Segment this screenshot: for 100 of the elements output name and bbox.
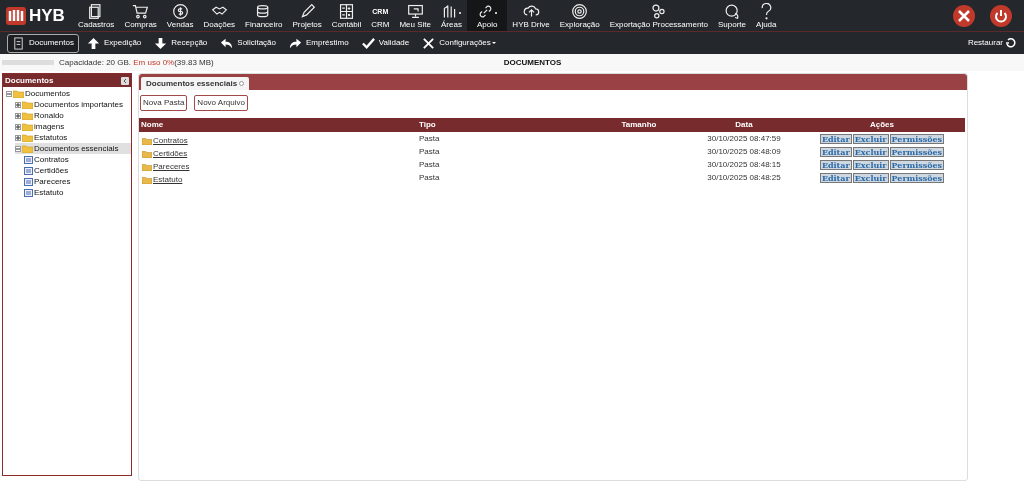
tree-item[interactable]: Ronaldo — [15, 110, 131, 121]
nav-item[interactable]: Projetos — [287, 0, 327, 31]
subnav-item[interactable]: Validade — [356, 33, 415, 53]
row-action-button[interactable]: Editar — [819, 172, 852, 183]
expand-toggle-icon[interactable] — [15, 101, 21, 108]
collapse-icon[interactable] — [121, 76, 129, 85]
expand-toggle-icon[interactable] — [15, 123, 21, 130]
checkmark-icon — [361, 36, 375, 50]
action-button[interactable]: Novo Arquivo — [194, 95, 248, 111]
chat-icon — [723, 3, 741, 20]
nav-item[interactable]: Suporte — [713, 0, 752, 31]
list-document-icon — [24, 155, 33, 164]
nav-item[interactable]: Ajuda — [751, 0, 782, 31]
row-action-button[interactable]: Excluir — [852, 146, 889, 157]
row-action-button[interactable]: Permissões — [889, 159, 945, 170]
pencil-icon — [298, 3, 316, 20]
monitor-icon — [406, 3, 424, 20]
tree-item[interactable]: imagens — [15, 121, 131, 132]
logo-icon — [6, 6, 26, 25]
tab[interactable]: Documentos essenciais — [141, 77, 250, 90]
row-action-button[interactable]: Permissões — [889, 133, 945, 144]
subnav-item[interactable]: Expedição — [81, 33, 147, 53]
nav-item[interactable]: Áreas — [436, 0, 467, 31]
page-title: DOCUMENTOS — [503, 56, 562, 69]
folder-icon — [22, 144, 33, 153]
table-cell-text: 30/10/2025 08:48:09 — [706, 145, 782, 158]
nav-item[interactable]: Compras — [119, 0, 162, 31]
action-button[interactable]: Nova Pasta — [140, 95, 188, 111]
nav-item[interactable]: Exploração — [554, 0, 605, 31]
nav-item[interactable]: HYB Drive — [507, 0, 555, 31]
column-header: Data — [689, 118, 799, 132]
column-header: Tipo — [419, 118, 589, 132]
list-document-icon — [24, 166, 33, 175]
nav-item[interactable]: Cadastros — [72, 0, 120, 31]
table-cell-text: 30/10/2025 08:48:15 — [706, 158, 782, 171]
forward-arrow-icon — [289, 36, 302, 50]
arrow-down-icon — [154, 36, 168, 50]
nav-item[interactable]: Contábil — [326, 0, 367, 31]
dollar-icon — [171, 3, 189, 20]
cart-icon — [132, 3, 150, 20]
row-action-button[interactable]: Permissões — [889, 146, 945, 157]
tree-item[interactable]: Documentos importantes — [15, 99, 131, 110]
nav-item[interactable]: Meu Site — [394, 0, 436, 31]
sidebar-title: Documentos — [5, 74, 54, 87]
list-document-icon — [24, 188, 33, 197]
row-action-button[interactable]: Excluir — [852, 159, 889, 170]
row-action-button[interactable]: Editar — [819, 146, 852, 157]
row-action-button[interactable]: Excluir — [852, 172, 889, 183]
table-cell: 30/10/2025 08:47:59 — [689, 132, 799, 145]
tree-item[interactable]: Certidões — [24, 165, 131, 176]
row-action-button[interactable]: Editar — [819, 133, 852, 144]
reply-arrow-icon — [220, 36, 234, 50]
list-document-icon — [24, 177, 33, 186]
row-action-button[interactable]: Editar — [819, 159, 852, 170]
column-header: Ações — [799, 118, 965, 132]
capacity-bar — [2, 60, 54, 65]
table-cell-text: Pasta — [419, 171, 441, 184]
expand-toggle-icon[interactable] — [15, 112, 21, 119]
capacity-text: Capacidade: 20 GB. Em uso 0%(39.83 MB) — [59, 56, 214, 69]
folder-icon — [13, 89, 24, 98]
folder-link[interactable]: Certidões — [153, 147, 188, 160]
calculator-icon — [338, 3, 355, 20]
restore-button[interactable]: Restaurar — [967, 37, 1017, 49]
tree-item[interactable]: Documentos essenciais — [15, 143, 131, 154]
target-icon — [571, 3, 589, 20]
brand-logo[interactable]: HYB — [6, 2, 65, 29]
nav-item[interactable]: Exportação Processamento — [604, 0, 713, 31]
arrow-up-icon — [86, 36, 100, 50]
subnav-item[interactable]: Documentos — [7, 33, 79, 53]
subnav-item[interactable]: Configurações — [417, 33, 501, 53]
refresh-icon — [1005, 37, 1017, 49]
subnav-item[interactable]: Empréstimo — [284, 33, 354, 53]
folder-link[interactable]: Pareceres — [153, 160, 190, 173]
table-cell-text: Pasta — [419, 145, 441, 158]
nav-item[interactable]: Financeiro — [240, 0, 288, 31]
subnav-item[interactable]: Recepção — [149, 33, 213, 53]
document-icon — [12, 36, 25, 50]
folder-icon — [22, 100, 33, 109]
row-action-button[interactable]: Permissões — [889, 172, 945, 183]
subnav-item[interactable]: Solicitação — [215, 33, 281, 53]
tree-item[interactable]: Estatutos — [15, 132, 131, 143]
nav-item[interactable]: Apoio — [466, 0, 508, 31]
folder-icon — [22, 111, 33, 120]
tree-item[interactable]: Documentos — [6, 88, 131, 99]
tree-item[interactable]: Pareceres — [24, 176, 131, 187]
power-icon[interactable] — [990, 4, 1012, 27]
folder-link[interactable]: Estatuto — [153, 173, 183, 186]
cloud-upload-icon — [522, 3, 540, 20]
expand-toggle-icon[interactable] — [15, 134, 21, 141]
collapse-toggle-icon[interactable] — [15, 145, 21, 152]
folder-icon — [22, 122, 33, 131]
tree-item[interactable]: Contratos — [24, 154, 131, 165]
tree-item[interactable]: Estatuto — [24, 187, 131, 198]
collapse-toggle-icon[interactable] — [6, 90, 12, 97]
nav-item[interactable]: Doações — [198, 0, 241, 31]
column-header: Nome — [139, 118, 419, 132]
nav-item[interactable]: Vendas — [161, 0, 199, 31]
table-cell-text: Pasta — [419, 158, 441, 171]
folder-link[interactable]: Contratos — [153, 134, 188, 147]
row-action-button[interactable]: Excluir — [852, 133, 889, 144]
